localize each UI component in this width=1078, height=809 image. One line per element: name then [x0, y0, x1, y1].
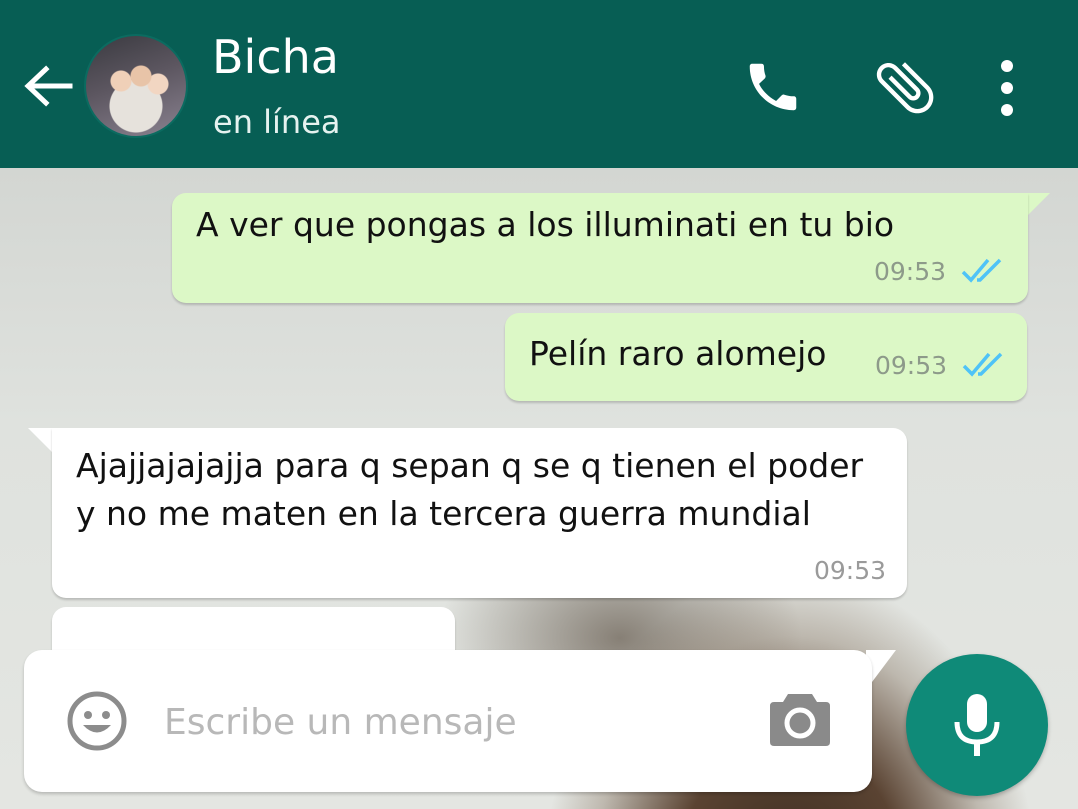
camera-icon[interactable]	[768, 690, 832, 748]
message-composer	[24, 650, 872, 792]
chat-header: Bicha en línea	[0, 0, 1078, 168]
back-arrow-icon[interactable]	[20, 58, 76, 114]
message-time: 09:53	[874, 257, 947, 286]
avatar[interactable]	[84, 34, 188, 138]
message-time: 09:53	[875, 351, 948, 380]
paperclip-icon[interactable]	[870, 52, 940, 122]
more-vert-icon[interactable]	[990, 58, 1024, 118]
contact-name[interactable]: Bicha	[212, 30, 339, 84]
incoming-message[interactable]: Ajajjajajajja para q sepan q se q tienen…	[52, 428, 907, 598]
message-input[interactable]	[164, 694, 744, 750]
outgoing-message[interactable]: Pelín raro alomejo 09:53	[505, 313, 1027, 401]
bubble-tail	[28, 428, 54, 454]
double-check-read-icon	[961, 258, 1002, 283]
message-time: 09:53	[814, 556, 887, 585]
message-text: A ver que pongas a los illuminati en tu …	[196, 205, 895, 244]
mic-button[interactable]	[906, 654, 1048, 796]
outgoing-message[interactable]: A ver que pongas a los illuminati en tu …	[172, 193, 1028, 303]
mic-icon	[954, 694, 1000, 756]
message-text: Pelín raro alomejo	[529, 334, 827, 373]
emoji-icon[interactable]	[66, 690, 128, 752]
contact-status: en línea	[213, 103, 341, 141]
message-text: Ajajjajajajja para q sepan q se q tienen…	[76, 446, 874, 533]
phone-icon[interactable]	[742, 56, 804, 118]
double-check-read-icon	[962, 352, 1003, 377]
